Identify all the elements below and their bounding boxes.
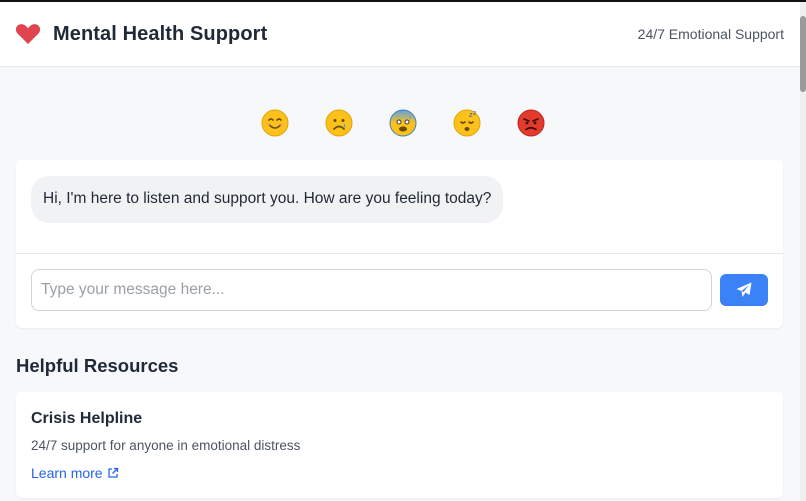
bot-message-bubble: Hi, I'm here to listen and support you. … — [31, 176, 504, 223]
anxious-face-icon — [389, 109, 417, 137]
resource-name: Crisis Helpline — [31, 410, 143, 427]
message-input[interactable] — [31, 269, 712, 311]
send-button[interactable] — [720, 274, 768, 306]
mood-angry-button[interactable] — [516, 108, 546, 138]
chat-messages: Hi, I'm here to listen and support you. … — [16, 160, 783, 254]
header-subtitle: 24/7 Emotional Support — [637, 26, 784, 42]
mood-tired-button[interactable]: z z — [452, 108, 482, 138]
external-link-icon — [107, 467, 118, 478]
angry-face-icon — [517, 109, 545, 137]
heart-icon — [15, 23, 41, 45]
crying-face-icon — [325, 109, 353, 137]
page-scrollbar[interactable] — [800, 2, 806, 501]
resources-heading: Helpful Resources — [16, 355, 179, 376]
chat-panel: Hi, I'm here to listen and support you. … — [16, 160, 783, 328]
message-composer — [16, 254, 783, 326]
resource-card: Crisis Helpline 24/7 support for anyone … — [16, 392, 783, 498]
app-title: Mental Health Support — [53, 22, 268, 45]
paper-plane-icon — [736, 282, 752, 297]
resource-description: 24/7 support for anyone in emotional dis… — [31, 438, 301, 453]
mood-anxious-button[interactable] — [388, 108, 418, 138]
scrollbar-thumb[interactable] — [800, 16, 806, 92]
mood-selector: z z — [0, 108, 806, 138]
mood-happy-button[interactable] — [260, 108, 290, 138]
smiling-face-icon — [261, 109, 289, 137]
mood-sad-button[interactable] — [324, 108, 354, 138]
learn-more-link[interactable]: Learn more — [31, 465, 119, 481]
brand: Mental Health Support — [15, 23, 267, 46]
learn-more-label: Learn more — [31, 465, 103, 481]
svg-text:z: z — [473, 110, 476, 117]
app-header: Mental Health Support 24/7 Emotional Sup… — [0, 2, 806, 67]
sleeping-face-icon: z z — [453, 109, 481, 137]
